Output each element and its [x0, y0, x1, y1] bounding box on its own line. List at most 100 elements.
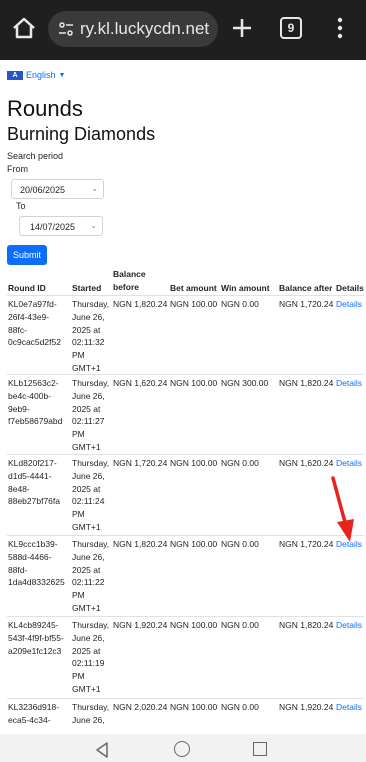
bet-amount-cell: NGN 100.00	[170, 620, 218, 630]
started-cell-line: PM	[72, 429, 85, 440]
round-id-cell-line: KL4cb89245-	[8, 620, 59, 630]
round-id-cell-line: 26f4-43e9-	[8, 311, 50, 322]
details-link[interactable]: Details	[336, 619, 362, 632]
home-nav-icon[interactable]	[174, 741, 190, 757]
more-menu-icon[interactable]	[334, 16, 346, 40]
round-id-cell-line: 9eb9-	[8, 403, 30, 414]
started-cell-line: June 26,	[72, 632, 105, 643]
row-divider	[7, 535, 364, 536]
round-id-cell-line: 588d-4466-	[8, 551, 52, 562]
round-id-cell-line: eca5-4c34-	[8, 714, 51, 725]
win-amount-cell: NGN 300.00	[221, 378, 269, 388]
back-icon[interactable]	[95, 742, 109, 758]
started-cell-line: 2025 at	[72, 645, 101, 656]
details-link[interactable]: Details	[336, 298, 362, 311]
started-cell-line: 2025 at	[72, 564, 101, 575]
started-cell-line: 02:11:27	[72, 416, 105, 427]
url-bar[interactable]: ry.kl.luckycdn.net	[48, 11, 218, 47]
round-id-cell: KL4cb89245- 543f-4f9f-bf55- a209e1fc12c3	[8, 619, 64, 657]
round-id-cell-line: 88fd-	[8, 564, 28, 575]
new-tab-icon[interactable]	[228, 14, 256, 42]
started-cell-line: Thursday,	[72, 620, 110, 630]
from-date-select[interactable]: 20/06/2025 ⌄	[11, 179, 104, 199]
round-id-cell: KL3236d918- eca5-4c34-	[8, 701, 59, 727]
bet-amount-cell: NGN 100.00	[170, 458, 218, 468]
round-id-cell-line: KLb12563c2-	[8, 378, 59, 388]
tab-switcher-button[interactable]: 9	[280, 17, 302, 39]
details-link[interactable]: Details	[336, 377, 362, 390]
language-selector[interactable]: AA English ▼	[7, 69, 65, 81]
row-divider	[7, 698, 364, 699]
balance-before-cell: NGN 1,620.24	[113, 378, 168, 388]
balance-before-cell: NGN 1,720.24	[113, 458, 168, 468]
recents-icon[interactable]	[253, 742, 267, 756]
search-period-label: Search period	[7, 151, 64, 161]
language-flag-icon: AA	[7, 70, 23, 80]
url-text: ry.kl.luckycdn.net	[80, 19, 210, 38]
balance-before-cell: NGN 1,920.24	[113, 620, 168, 630]
round-id-cell-line: KL3236d918-	[8, 702, 60, 712]
started-cell: Thursday, June 26, 2025 at 02:11:22 PM GMT+1	[72, 538, 109, 615]
round-id-cell-line: a209e1fc12c3	[8, 645, 62, 656]
round-id-cell: KLb12563c2- be4c-400b- 9eb9- f7eb58679abd	[8, 377, 62, 428]
red-arrow-annotation	[331, 476, 354, 542]
submit-button[interactable]: Submit	[7, 245, 47, 265]
bet-amount-cell: NGN 100.00	[170, 702, 218, 712]
details-link[interactable]: Details	[336, 457, 362, 470]
balance-before-cell: NGN 1,820.24	[113, 539, 168, 549]
win-amount-cell: NGN 0.00	[221, 702, 259, 712]
win-amount-cell: NGN 0.00	[221, 458, 259, 468]
header-details: Details	[336, 283, 364, 293]
round-id-cell-line: d1d5-4441-	[8, 470, 52, 481]
home-icon[interactable]	[10, 14, 38, 42]
row-divider	[7, 454, 364, 455]
header-win-amount: Win amount	[221, 283, 270, 293]
from-date-value: 20/06/2025	[20, 185, 66, 195]
round-id-cell-line: be4c-400b-	[8, 390, 52, 401]
game-title: Burning Diamonds	[7, 124, 156, 144]
round-id-cell: KL9ccc1b39- 588d-4466- 88fd- 1da4d8332625	[8, 538, 65, 589]
started-cell-line: PM	[72, 671, 85, 682]
win-amount-cell: NGN 0.00	[221, 539, 259, 549]
header-round-id: Round ID	[8, 283, 46, 293]
started-cell: Thursday, June 26, 2025 at 02:11:27 PM GMT+1	[72, 377, 109, 454]
started-cell: Thursday, June 26, 2025 at 02:11:24 PM GMT+1	[72, 457, 109, 534]
round-id-cell-line: KL9ccc1b39-	[8, 539, 58, 549]
caret-down-icon: ▼	[58, 71, 66, 79]
started-cell-line: GMT+1	[72, 683, 101, 694]
bet-amount-cell: NGN 100.00	[170, 539, 218, 549]
balance-after-cell: NGN 1,820.24	[279, 620, 334, 630]
round-id-cell-line: 8e48-	[8, 483, 30, 494]
round-id-cell-line: f7eb58679abd	[8, 416, 63, 427]
page-title: Rounds	[7, 96, 83, 121]
started-cell-line: 2025 at	[72, 324, 101, 335]
chevron-down-icon: ⌄	[90, 221, 97, 230]
balance-after-cell: NGN 1,620.24	[279, 458, 334, 468]
balance-before-cell: NGN 2,020.24	[113, 702, 168, 712]
to-date-select[interactable]: 14/07/2025 ⌄	[19, 216, 103, 236]
started-cell-line: 2025 at	[72, 483, 101, 494]
round-id-cell: KL0e7a97fd- 26f4-43e9- 88fc- 0c9cac5d2f52	[8, 298, 61, 349]
started-cell-line: GMT+1	[72, 602, 101, 613]
win-amount-cell: NGN 0.00	[221, 299, 259, 309]
header-balance-after: Balance after	[279, 283, 333, 293]
to-date-value: 14/07/2025	[30, 222, 76, 232]
browser-toolbar: ry.kl.luckycdn.net 9	[0, 0, 366, 60]
started-cell-line: GMT+1	[72, 362, 101, 373]
balance-after-cell: NGN 1,720.24	[279, 539, 334, 549]
win-amount-cell: NGN 0.00	[221, 620, 259, 630]
row-divider	[7, 616, 364, 617]
started-cell-line: Thursday,	[72, 702, 110, 712]
balance-after-cell: NGN 1,720.24	[279, 299, 334, 309]
round-id-cell-line: 543f-4f9f-bf55-	[8, 632, 64, 643]
started-cell-line: 02:11:22	[72, 577, 105, 588]
header-started: Started	[72, 283, 102, 293]
balance-before-cell: NGN 1,820.24	[113, 299, 168, 309]
language-label: English	[26, 70, 56, 80]
chevron-down-icon: ⌄	[91, 184, 98, 193]
details-link[interactable]: Details	[336, 701, 362, 714]
round-id-cell-line: KL0e7a97fd-	[8, 299, 57, 309]
started-cell-line: 02:11:19	[72, 658, 105, 669]
started-cell-line: Thursday,	[72, 299, 110, 309]
site-settings-icon[interactable]	[58, 21, 74, 37]
